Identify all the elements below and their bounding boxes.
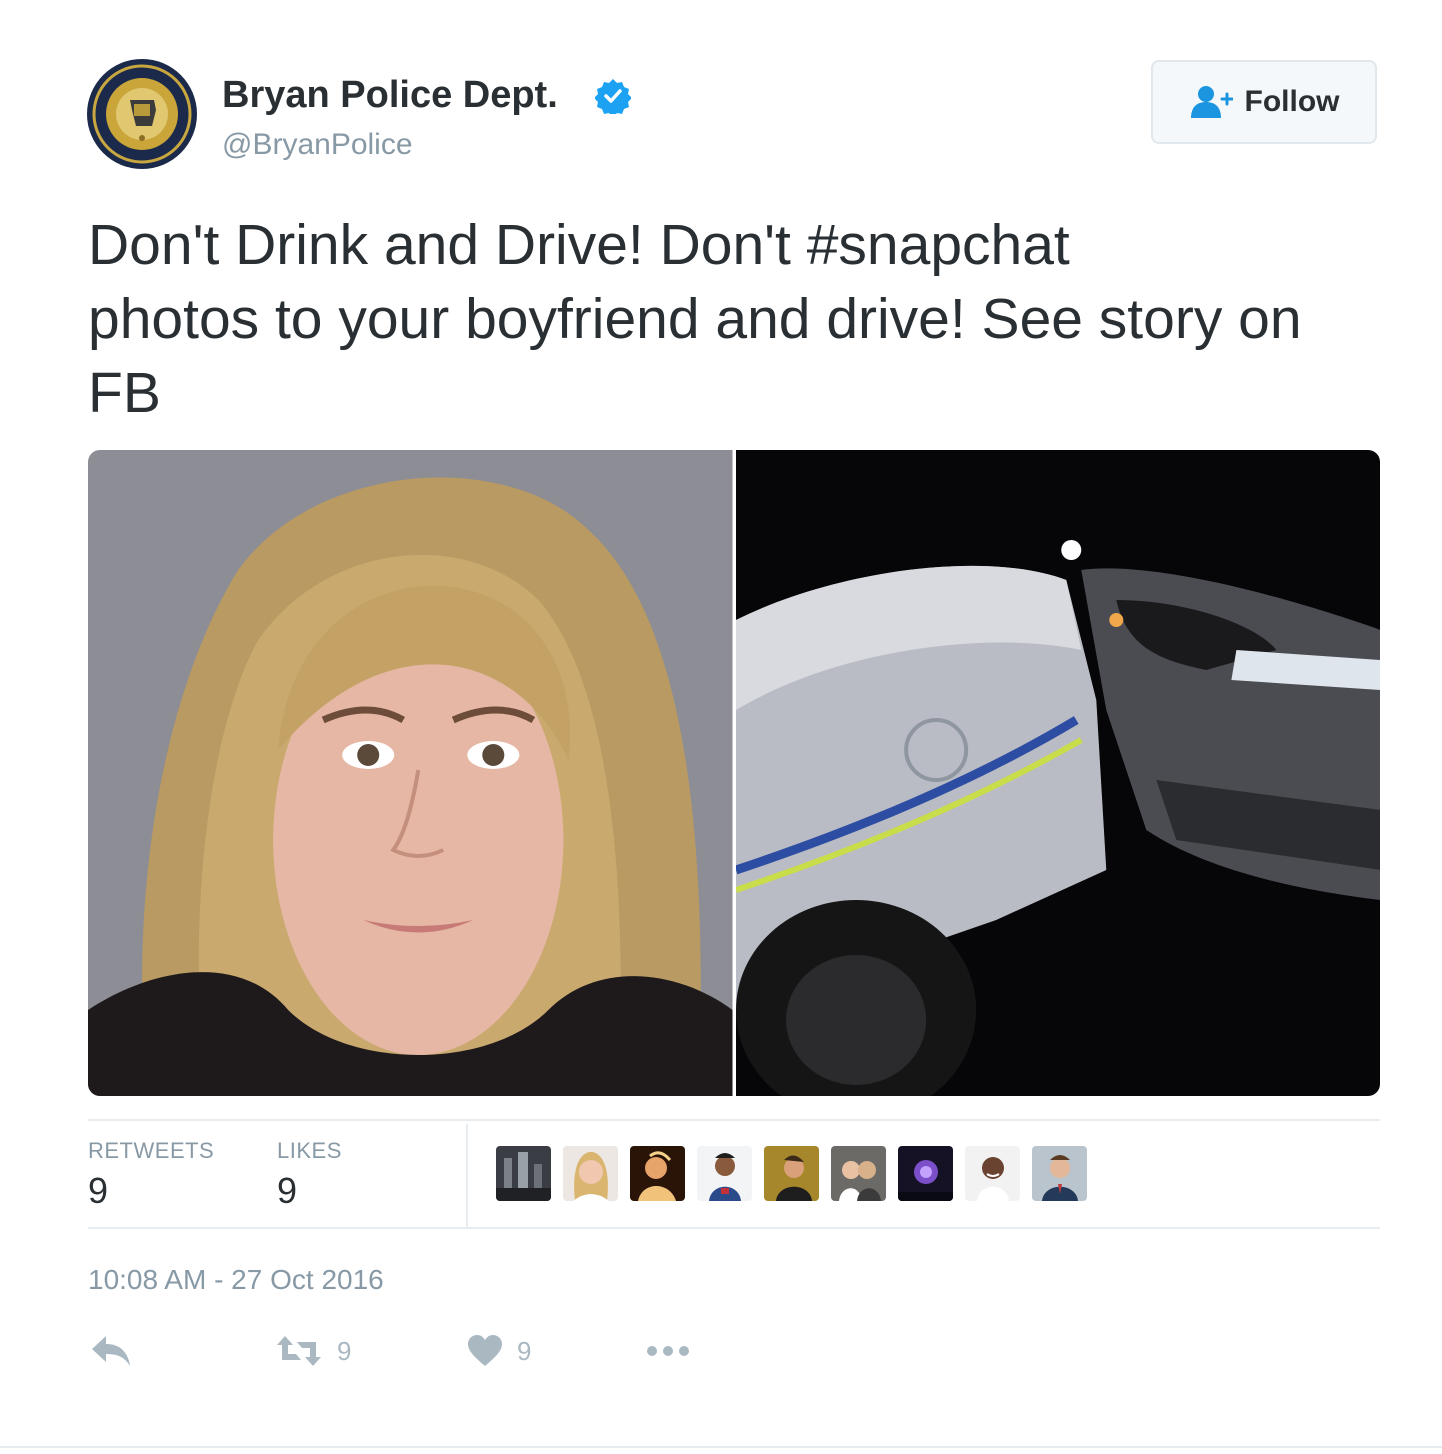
liker-avatars: [496, 1146, 1087, 1201]
more-dots-icon: [647, 1346, 689, 1356]
retweet-count: 9: [337, 1335, 352, 1366]
liker-avatar[interactable]: [496, 1146, 551, 1201]
liker-avatar[interactable]: [697, 1146, 752, 1201]
stats-separator: [466, 1124, 468, 1228]
liker-avatar[interactable]: [1032, 1146, 1087, 1201]
liker-avatar[interactable]: [831, 1146, 886, 1201]
follow-button[interactable]: Follow: [1151, 60, 1377, 144]
display-name[interactable]: Bryan Police Dept.: [222, 74, 558, 117]
tweet-bottom-border: [0, 1446, 1442, 1448]
likes-value: 9: [277, 1170, 298, 1211]
police-badge-seal-avatar[interactable]: [86, 58, 198, 170]
likes-stat[interactable]: LIKES 9: [277, 1138, 342, 1212]
stats-divider-bottom: [88, 1227, 1380, 1229]
retweet-button[interactable]: 9: [275, 1334, 351, 1368]
reply-icon: [92, 1336, 130, 1366]
hashtag-link[interactable]: #snapchat: [807, 213, 1070, 277]
like-count: 9: [517, 1335, 532, 1366]
reply-button[interactable]: [90, 1334, 132, 1368]
liker-avatar[interactable]: [563, 1146, 618, 1201]
liker-avatar[interactable]: [965, 1146, 1020, 1201]
mugshot-photo[interactable]: [88, 450, 733, 1096]
retweets-label: RETWEETS: [88, 1138, 215, 1163]
crash-photo[interactable]: [735, 450, 1381, 1096]
tweet-text-part1: Don't Drink and Drive! Don't: [88, 213, 807, 277]
heart-icon: [468, 1335, 502, 1366]
liker-avatar[interactable]: [764, 1146, 819, 1201]
more-button[interactable]: [645, 1334, 691, 1368]
liker-avatar[interactable]: [898, 1146, 953, 1201]
media-grid: [88, 450, 1380, 1096]
follow-label: Follow: [1244, 85, 1340, 118]
verified-badge-icon: [595, 79, 631, 114]
like-button[interactable]: 9: [467, 1334, 531, 1368]
tweet-text-part2: photos to your boyfriend and drive! See …: [88, 287, 1302, 425]
liker-avatar[interactable]: [630, 1146, 685, 1201]
likes-label: LIKES: [277, 1138, 342, 1163]
retweet-icon: [277, 1336, 321, 1366]
user-handle[interactable]: @BryanPolice: [222, 128, 413, 162]
retweets-stat[interactable]: RETWEETS 9: [88, 1138, 214, 1212]
retweets-value: 9: [88, 1170, 109, 1211]
add-user-icon: [1190, 86, 1233, 118]
tweet-text: Don't Drink and Drive! Don't #snapchat p…: [88, 208, 1378, 430]
stats-divider-top: [88, 1119, 1380, 1121]
tweet-timestamp[interactable]: 10:08 AM - 27 Oct 2016: [88, 1264, 384, 1296]
